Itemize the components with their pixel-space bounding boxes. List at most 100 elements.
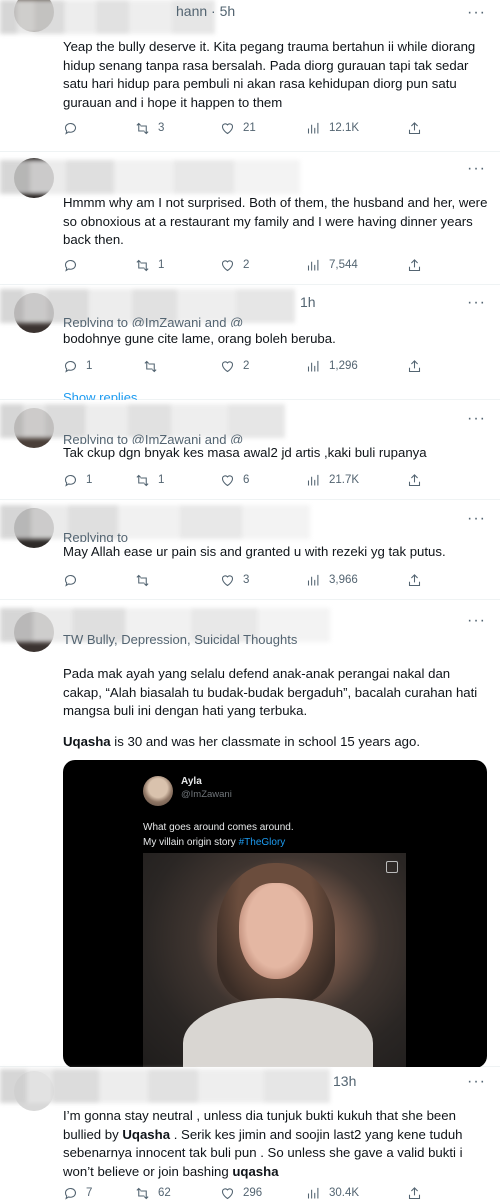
more-icon[interactable]: ··· — [467, 294, 486, 312]
retweet-button[interactable] — [143, 356, 166, 376]
reply-button[interactable] — [63, 118, 86, 138]
share-icon — [408, 573, 421, 586]
views-icon — [307, 122, 319, 133]
more-icon[interactable]: ··· — [467, 1073, 486, 1091]
tweet[interactable]: 13h ··· I’m gonna stay neutral , unless … — [0, 1067, 500, 1204]
views-count: 30.4K — [329, 1187, 360, 1199]
like-count: 3 — [243, 574, 250, 586]
tweet[interactable]: 1h ··· Replying to @ImZawani and @ bodoh… — [0, 285, 500, 405]
tweet-text: bodohnye gune cite lame, orang boleh ber… — [63, 331, 336, 346]
blurred-author — [0, 404, 285, 438]
views-button[interactable]: 12.1K — [306, 118, 359, 138]
like-count: 296 — [243, 1187, 263, 1199]
views-button[interactable]: 7,544 — [306, 255, 358, 275]
action-bar: 1 1 6 21.7K — [63, 470, 433, 490]
reply-button[interactable]: 7 — [63, 1183, 92, 1203]
heart-icon — [221, 122, 234, 134]
reply-icon — [64, 360, 76, 373]
retweet-icon — [136, 1187, 149, 1199]
tweet-text: Yeap the bully deserve it. Kita pegang t… — [63, 39, 476, 110]
hashtag-link[interactable]: #TheGlory — [239, 837, 286, 848]
share-button[interactable] — [407, 1183, 422, 1203]
trigger-warning: TW Bully, Depression, Suicidal Thoughts — [63, 632, 298, 647]
face-shape — [239, 883, 313, 979]
blurred-author — [0, 160, 300, 194]
views-button[interactable]: 1,296 — [306, 356, 358, 376]
views-count: 21.7K — [329, 474, 360, 486]
tweet[interactable]: ··· Replying to May Allah ease ur pain s… — [0, 500, 500, 600]
embed-line-1: What goes around comes around. — [143, 822, 294, 833]
video-thumbnail[interactable] — [143, 853, 406, 1068]
reply-button[interactable]: 1 — [63, 470, 92, 490]
reply-icon — [64, 474, 76, 487]
retweet-icon — [136, 474, 149, 486]
like-button[interactable]: 296 — [220, 1183, 262, 1203]
tweet[interactable]: ··· TW Bully, Depression, Suicidal Thoug… — [0, 600, 500, 1068]
like-button[interactable]: 3 — [220, 570, 249, 590]
heart-icon — [221, 1187, 234, 1199]
tweet-feed: hann · 5h ··· Yeap the bully deserve it.… — [0, 0, 500, 1204]
tweet-text: Tak ckup dgn bnyak kes masa awal2 jd art… — [63, 445, 427, 460]
like-button[interactable]: 2 — [220, 356, 249, 376]
like-button[interactable]: 2 — [220, 255, 249, 275]
like-button[interactable]: 21 — [220, 118, 256, 138]
more-icon[interactable]: ··· — [467, 4, 486, 22]
share-button[interactable] — [407, 570, 422, 590]
action-bar: 3 21 12.1K — [63, 118, 433, 138]
share-button[interactable] — [407, 470, 422, 490]
heart-icon — [221, 574, 234, 586]
share-button[interactable] — [407, 118, 422, 138]
retweet-button[interactable]: 1 — [135, 470, 164, 490]
views-icon — [307, 360, 319, 371]
embed-author-handle: @ImZawani — [181, 789, 232, 800]
mention-name: Uqasha — [63, 734, 111, 749]
video-control-icon[interactable] — [386, 861, 398, 873]
views-button[interactable]: 3,966 — [306, 570, 358, 590]
retweet-count: 3 — [158, 122, 165, 134]
reply-count: 7 — [86, 1187, 93, 1199]
share-icon — [408, 359, 421, 372]
action-bar: 1 2 1,296 — [63, 356, 433, 376]
views-button[interactable]: 21.7K — [306, 470, 359, 490]
more-icon[interactable]: ··· — [467, 612, 486, 630]
views-icon — [307, 1187, 319, 1198]
reply-button[interactable] — [63, 570, 86, 590]
more-icon[interactable]: ··· — [467, 410, 486, 428]
retweet-button[interactable] — [135, 570, 158, 590]
views-icon — [307, 474, 319, 485]
replying-to: Replying to @ImZawani and @ — [63, 434, 244, 444]
action-bar: 3 3,966 — [63, 570, 433, 590]
heart-icon — [221, 474, 234, 486]
embedded-media[interactable]: Ayla @ImZawani What goes around comes ar… — [63, 760, 487, 1068]
heart-icon — [221, 259, 234, 271]
retweet-button[interactable]: 62 — [135, 1183, 171, 1203]
more-icon[interactable]: ··· — [467, 510, 486, 528]
retweet-button[interactable]: 1 — [135, 255, 164, 275]
embed-avatar — [143, 776, 173, 806]
action-bar: 1 2 7,544 — [63, 255, 433, 275]
views-count: 7,544 — [329, 259, 358, 271]
reply-icon — [64, 122, 76, 135]
retweet-count: 62 — [158, 1187, 171, 1199]
tweet[interactable]: ··· Hmmm why am I not surprised. Both of… — [0, 152, 500, 285]
like-button[interactable]: 6 — [220, 470, 249, 490]
retweet-button[interactable]: 3 — [135, 118, 164, 138]
reply-icon — [64, 259, 76, 272]
tweet-text: I’m gonna stay neutral , unless dia tunj… — [63, 1107, 488, 1181]
retweet-count: 1 — [158, 259, 165, 271]
tweet-time: hann · 5h — [176, 3, 236, 19]
like-count: 2 — [243, 360, 250, 372]
tweet[interactable]: hann · 5h ··· Yeap the bully deserve it.… — [0, 0, 500, 152]
share-button[interactable] — [407, 356, 422, 376]
reply-button[interactable]: 1 — [63, 356, 92, 376]
heart-icon — [221, 360, 234, 372]
more-icon[interactable]: ··· — [467, 160, 486, 178]
like-count: 21 — [243, 122, 256, 134]
mention-name: Uqasha — [122, 1126, 171, 1142]
tweet-text: May Allah ease ur pain sis and granted u… — [63, 544, 446, 559]
action-bar: 7 62 296 30.4K — [63, 1183, 433, 1203]
views-button[interactable]: 30.4K — [306, 1183, 359, 1203]
reply-button[interactable] — [63, 255, 86, 275]
share-button[interactable] — [407, 255, 422, 275]
tweet[interactable]: ··· Replying to @ImZawani and @ Tak ckup… — [0, 400, 500, 500]
